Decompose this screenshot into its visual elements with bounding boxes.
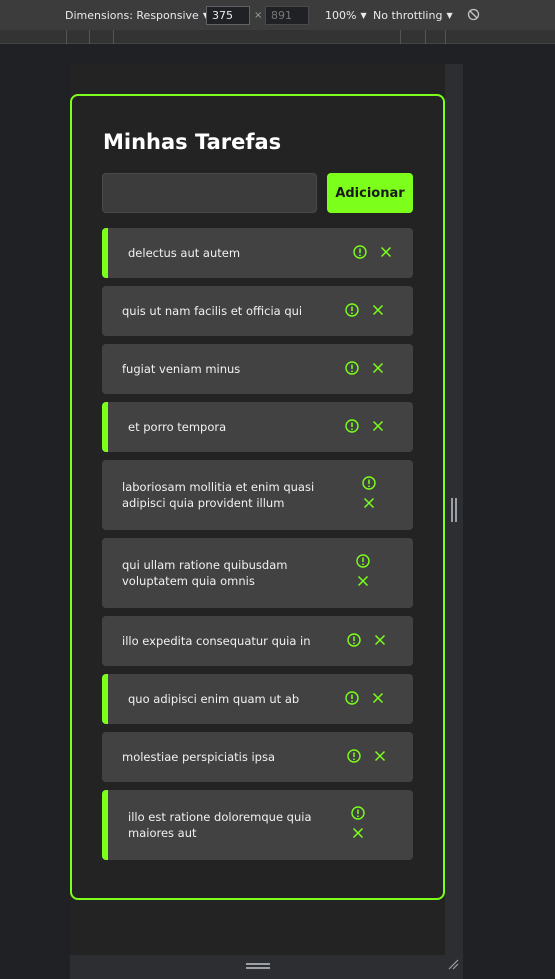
close-icon[interactable] [372,748,388,764]
task-item: fugiat veniam minus [102,344,413,394]
width-input[interactable] [206,6,250,25]
task-item: molestiae perspiciatis ipsa [102,732,413,782]
important-icon[interactable] [355,553,371,569]
close-icon[interactable] [370,690,386,706]
task-item: laboriosam mollitia et enim quasi adipis… [102,460,413,530]
task-text: illo expedita consequatur quia in [122,634,311,648]
important-icon[interactable] [352,244,368,260]
close-icon[interactable] [372,632,388,648]
throttling-dropdown[interactable]: No throttling ▼ [373,9,453,22]
throttling-label: No throttling [373,9,443,22]
task-actions [344,302,386,318]
task-item: quo adipisci enim quam ut ab [102,674,413,724]
close-icon[interactable] [370,302,386,318]
page-title: Minhas Tarefas [103,130,282,154]
task-item: qui ullam ratione quibusdam voluptatem q… [102,538,413,608]
important-icon[interactable] [344,360,360,376]
task-item: illo expedita consequatur quia in [102,616,413,666]
task-item: quis ut nam facilis et officia qui [102,286,413,336]
task-actions [352,244,394,260]
important-icon[interactable] [346,632,362,648]
task-actions [346,632,388,648]
task-actions [355,553,371,589]
bottom-resize-handle[interactable] [246,963,270,969]
task-actions [346,748,388,764]
task-item: et porro tempora [102,402,413,452]
corner-resize-icon[interactable] [447,958,461,972]
task-text: delectus aut autem [128,246,241,260]
close-icon[interactable] [370,418,386,434]
task-item: delectus aut autem [102,228,413,278]
dimensions-dropdown[interactable]: Dimensions: Responsive ▼ [65,9,209,22]
todo-card: Minhas Tarefas Adicionar delectus aut au… [70,94,445,900]
zoom-label: 100% [325,9,357,22]
important-icon[interactable] [344,302,360,318]
close-icon[interactable] [370,360,386,376]
devtools-toolbar: Dimensions: Responsive ▼ × 100% ▼ No thr… [0,0,555,30]
times-symbol: × [254,10,263,21]
important-icon[interactable] [346,748,362,764]
task-text: laboriosam mollitia et enim quasi adipis… [122,480,315,510]
close-icon[interactable] [378,244,394,260]
task-item: illo est ratione doloremque quia maiores… [102,790,413,860]
task-text: molestiae perspiciatis ipsa [122,750,276,764]
height-input[interactable] [265,6,309,25]
close-icon[interactable] [350,825,366,841]
task-text: quis ut nam facilis et officia qui [122,304,303,318]
task-text: illo est ratione doloremque quia maiores… [128,810,312,840]
media-query-ruler [0,30,555,44]
rotate-icon[interactable] [467,8,480,21]
dimensions-label: Dimensions: Responsive [65,9,199,22]
task-actions [361,475,377,511]
close-icon[interactable] [361,495,377,511]
task-input[interactable] [102,173,317,213]
task-actions [344,360,386,376]
add-task-button[interactable]: Adicionar [327,173,413,213]
close-icon[interactable] [355,573,371,589]
important-icon[interactable] [344,418,360,434]
task-text: fugiat veniam minus [122,362,241,376]
task-actions [350,805,366,841]
task-text: qui ullam ratione quibusdam voluptatem q… [122,558,288,588]
zoom-dropdown[interactable]: 100% ▼ [325,9,367,22]
task-actions [344,418,386,434]
caret-down-icon: ▼ [360,11,367,20]
important-icon[interactable] [344,690,360,706]
task-text: quo adipisci enim quam ut ab [128,692,300,706]
task-actions [344,690,386,706]
important-icon[interactable] [350,805,366,821]
important-icon[interactable] [361,475,377,491]
task-text: et porro tempora [128,420,227,434]
side-resize-handle[interactable] [450,498,458,524]
caret-down-icon: ▼ [446,11,453,20]
